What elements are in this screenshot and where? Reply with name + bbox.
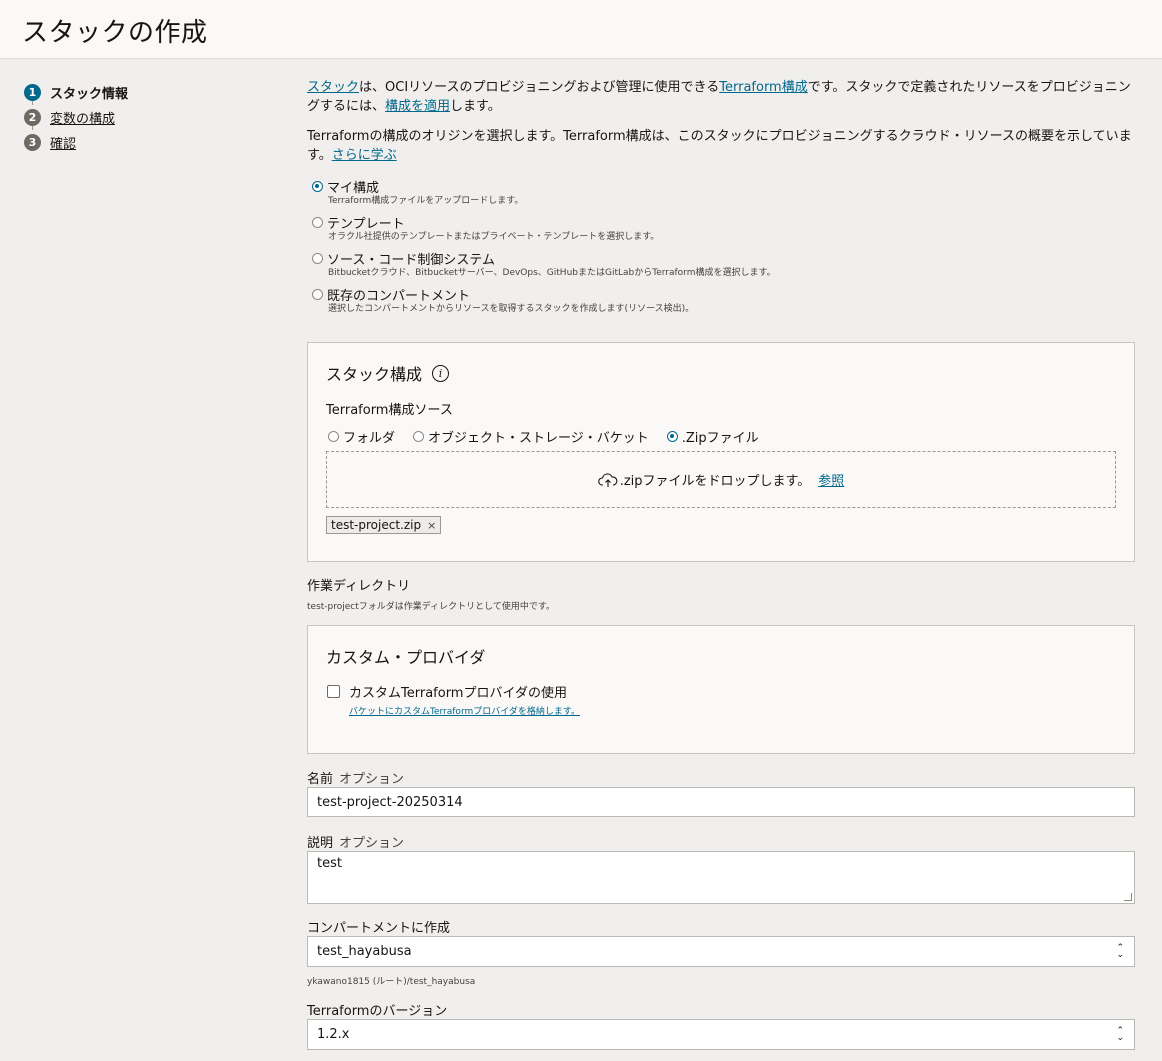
name-label-text: 名前: [307, 772, 334, 787]
file-name: test-project.zip: [331, 518, 422, 532]
step-configure-variables[interactable]: 2 変数の構成: [24, 105, 128, 130]
custom-provider-title: カスタム・プロバイダ: [326, 648, 486, 667]
page-title: スタックの作成: [22, 18, 208, 48]
origin-option-existing-compartment[interactable]: 既存のコンパートメント 選択したコンパートメントからリソースを取得するスタックを…: [312, 285, 1135, 316]
compartment-path: ykawano1815 (ルート)/test_hayabusa: [307, 977, 476, 987]
stack-config-title: スタック構成 i: [326, 361, 450, 385]
radio-button[interactable]: [666, 430, 678, 442]
radio-button[interactable]: [328, 430, 339, 442]
compartment-label: コンパートメントに作成: [307, 921, 451, 936]
compartment-select[interactable]: test_hayabusa ⌃ ⌄: [307, 936, 1135, 967]
step-label: 変数の構成: [50, 112, 116, 127]
info-icon[interactable]: i: [432, 364, 450, 382]
radio-description: Bitbucketクラウド、Bitbucketサーバー、DevOps、GitHu…: [328, 268, 776, 278]
radio-label: ソース・コード制御システム: [327, 252, 495, 268]
main-content: スタックは、OCIリソースのプロビジョニングおよび管理に使用できるTerrafo…: [307, 78, 1135, 321]
radio-button[interactable]: [312, 252, 323, 264]
intro-text: スタックは、OCIリソースのプロビジョニングおよび管理に使用できるTerrafo…: [307, 78, 1135, 116]
radio-label: 既存のコンパートメント: [327, 288, 471, 304]
source-option-folder[interactable]: フォルダ: [328, 427, 395, 446]
radio-label: オブジェクト・ストレージ・バケット: [428, 430, 649, 446]
working-dir-label: 作業ディレクトリ: [307, 579, 411, 594]
intro-text-part: は、OCIリソースのプロビジョニングおよび管理に使用できる: [359, 80, 720, 95]
stack-link[interactable]: スタック: [307, 80, 359, 95]
step-label: スタック情報: [50, 87, 129, 102]
optional-tag: オプション: [339, 836, 405, 851]
origin-option-template[interactable]: テンプレート オラクル社提供のテンプレートまたはプライベート・テンプレートを選択…: [312, 213, 1135, 244]
radio-label: フォルダ: [343, 430, 396, 446]
name-value: test-project-20250314: [317, 794, 463, 810]
origin-radio-group: マイ構成 Terraform構成ファイルをアップロードします。 テンプレート オ…: [312, 177, 1135, 316]
radio-label: .Zipファイル: [681, 430, 759, 446]
radio-description: 選択したコンパートメントからリソースを取得するスタックを作成します(リソース検出…: [328, 304, 695, 314]
source-radio-group: フォルダ オブジェクト・ストレージ・バケット .Zipファイル: [328, 427, 777, 446]
compartment-value: test_hayabusa: [317, 944, 412, 959]
step-label: 確認: [50, 137, 77, 152]
origin-option-my-config[interactable]: マイ構成 Terraform構成ファイルをアップロードします。: [312, 177, 1135, 208]
terraform-config-link[interactable]: Terraform構成: [719, 80, 807, 95]
tf-version-label: Terraformのバージョン: [307, 1004, 448, 1019]
name-label: 名前 オプション: [307, 768, 404, 787]
radio-label: テンプレート: [327, 216, 405, 232]
upload-cloud-icon: [597, 472, 618, 487]
remove-file-icon[interactable]: ×: [427, 519, 436, 532]
source-label: Terraform構成ソース: [326, 403, 453, 418]
description-value: test: [317, 856, 342, 871]
select-arrows-icon: ⌃ ⌄: [1116, 942, 1124, 960]
working-dir-note: test-projectフォルダは作業ディレクトリとして使用中です。: [307, 602, 555, 612]
step-number: 2: [24, 109, 41, 126]
intro-text-part: します。: [450, 99, 501, 114]
learn-more-link[interactable]: さらに学ぶ: [332, 148, 397, 163]
dropzone-text: .zipファイルをドロップします。: [619, 474, 811, 489]
description-label: 説明 オプション: [307, 832, 404, 851]
page-header: スタックの作成: [0, 0, 1162, 59]
tf-version-value: 1.2.x: [317, 1027, 350, 1042]
custom-provider-panel: カスタム・プロバイダ カスタムTerraformプロバイダの使用 バケットにカス…: [307, 625, 1135, 754]
step-number: 1: [24, 84, 41, 101]
origin-option-source-control[interactable]: ソース・コード制御システム Bitbucketクラウド、Bitbucketサーバ…: [312, 249, 1135, 280]
radio-button[interactable]: [413, 430, 425, 442]
radio-button[interactable]: [312, 216, 323, 228]
step-review[interactable]: 3 確認: [24, 130, 128, 155]
origin-description: Terraformの構成のオリジンを選択します。Terraform構成は、このス…: [307, 129, 1132, 163]
radio-button[interactable]: [312, 180, 323, 192]
radio-label: マイ構成: [327, 180, 380, 196]
apply-config-link[interactable]: 構成を適用: [385, 99, 450, 114]
source-option-zip[interactable]: .Zipファイル: [666, 427, 759, 446]
custom-provider-bucket-link[interactable]: バケットにカスタムTerraformプロバイダを格納します。: [349, 704, 580, 717]
optional-tag: オプション: [339, 772, 405, 787]
zip-dropzone[interactable]: .zipファイルをドロップします。 参照: [326, 451, 1116, 508]
tf-version-select[interactable]: 1.2.x ⌃ ⌄: [307, 1019, 1135, 1050]
radio-description: オラクル社提供のテンプレートまたはプライベート・テンプレートを選択します。: [328, 232, 660, 242]
radio-description: Terraform構成ファイルをアップロードします。: [328, 196, 524, 206]
radio-button[interactable]: [312, 288, 323, 300]
stack-config-panel: スタック構成 i Terraform構成ソース フォルダ オブジェクト・ストレー…: [307, 342, 1135, 562]
step-stack-info[interactable]: 1 スタック情報: [24, 80, 128, 105]
panel-title-text: スタック構成: [326, 365, 423, 384]
checkbox-label: カスタムTerraformプロバイダの使用: [349, 686, 567, 701]
file-chip: test-project.zip ×: [326, 516, 442, 534]
origin-text: Terraformの構成のオリジンを選択します。Terraform構成は、このス…: [307, 127, 1135, 165]
resize-handle-icon[interactable]: [1124, 893, 1132, 901]
description-label-text: 説明: [307, 836, 334, 851]
custom-provider-option[interactable]: カスタムTerraformプロバイダの使用: [327, 682, 567, 701]
custom-provider-checkbox[interactable]: [327, 685, 340, 698]
wizard-steps: 1 スタック情報 2 変数の構成 3 確認: [24, 80, 128, 155]
step-number: 3: [24, 134, 41, 151]
browse-link[interactable]: 参照: [818, 470, 844, 489]
source-option-bucket[interactable]: オブジェクト・ストレージ・バケット: [413, 427, 649, 446]
name-input[interactable]: test-project-20250314: [307, 787, 1135, 817]
description-textarea[interactable]: test: [307, 851, 1135, 904]
select-arrows-icon: ⌃ ⌄: [1116, 1025, 1124, 1043]
